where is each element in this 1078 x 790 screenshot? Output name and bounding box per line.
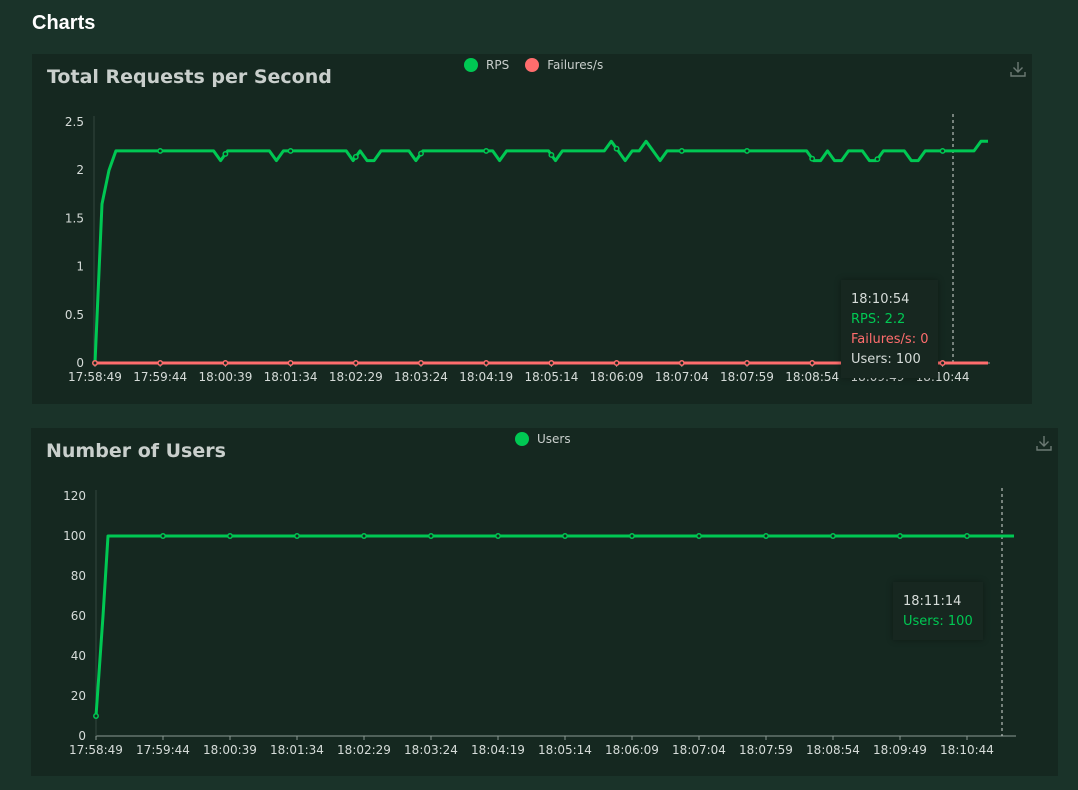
x-tick-label: 18:04:19 bbox=[471, 743, 525, 757]
x-tick-label: 18:00:39 bbox=[198, 370, 252, 384]
x-tick-label: 18:08:54 bbox=[785, 370, 839, 384]
x-tick-label: 18:05:14 bbox=[524, 370, 578, 384]
x-tick-label: 18:02:29 bbox=[337, 743, 391, 757]
data-point bbox=[939, 147, 946, 154]
data-point bbox=[678, 147, 685, 154]
y-tick-label: 40 bbox=[71, 649, 86, 663]
y-tick-label: 60 bbox=[71, 609, 86, 623]
data-point bbox=[428, 533, 434, 539]
data-point bbox=[157, 360, 164, 366]
data-point bbox=[352, 153, 359, 160]
y-tick-label: 120 bbox=[63, 489, 86, 503]
data-point bbox=[294, 533, 300, 539]
data-point bbox=[897, 533, 903, 539]
data-point bbox=[678, 360, 685, 366]
x-tick-label: 18:05:14 bbox=[538, 743, 592, 757]
x-tick-label: 18:07:59 bbox=[720, 370, 774, 384]
x-tick-label: 18:07:59 bbox=[739, 743, 793, 757]
data-point bbox=[548, 360, 555, 366]
data-point bbox=[809, 155, 816, 162]
data-point bbox=[222, 360, 229, 366]
x-tick-label: 18:07:04 bbox=[655, 370, 709, 384]
y-tick-label: 0 bbox=[76, 356, 84, 370]
y-tick-label: 100 bbox=[63, 529, 86, 543]
x-tick-label: 18:09:49 bbox=[873, 743, 927, 757]
x-tick-label: 17:58:49 bbox=[68, 370, 122, 384]
y-tick-label: 20 bbox=[71, 689, 86, 703]
x-tick-label: 18:06:09 bbox=[605, 743, 659, 757]
data-point bbox=[939, 360, 946, 366]
data-point bbox=[744, 360, 750, 366]
data-point bbox=[613, 360, 620, 366]
y-tick-label: 1.5 bbox=[65, 211, 84, 225]
data-point bbox=[548, 152, 555, 158]
x-tick-label: 17:59:44 bbox=[133, 370, 187, 384]
y-tick-label: 80 bbox=[71, 569, 86, 583]
series-line-users bbox=[94, 534, 1014, 717]
x-tick-label: 18:06:09 bbox=[590, 370, 644, 384]
x-tick-label: 18:01:34 bbox=[264, 370, 318, 384]
data-point bbox=[93, 713, 99, 719]
x-tick-label: 18:07:04 bbox=[672, 743, 726, 757]
x-tick-label: 18:00:39 bbox=[203, 743, 257, 757]
data-point bbox=[763, 533, 769, 539]
data-point bbox=[874, 156, 881, 163]
data-point bbox=[964, 533, 970, 539]
tooltip-users: Users: 100 bbox=[903, 614, 973, 629]
rps-chart-panel: Total Requests per Second RPS Failures/s… bbox=[32, 54, 1032, 404]
x-tick-label: 18:10:44 bbox=[940, 743, 994, 757]
chart-tooltip: 18:10:54 RPS: 2.2 Failures/s: 0 Users: 1… bbox=[841, 280, 939, 378]
data-point bbox=[483, 147, 490, 154]
tooltip-time: 18:11:14 bbox=[903, 594, 962, 609]
x-tick-label: 17:59:44 bbox=[136, 743, 190, 757]
data-point bbox=[287, 360, 294, 366]
data-point bbox=[809, 360, 816, 366]
data-point bbox=[352, 360, 359, 366]
tooltip-failures: Failures/s: 0 bbox=[851, 332, 929, 347]
page-title: Charts bbox=[32, 12, 96, 34]
tooltip-time: 18:10:54 bbox=[851, 292, 910, 307]
data-point bbox=[92, 360, 98, 366]
chart-tooltip: 18:11:14 Users: 100 bbox=[893, 582, 983, 640]
y-tick-label: 1 bbox=[76, 260, 84, 274]
data-point bbox=[361, 533, 367, 539]
data-point bbox=[495, 533, 501, 539]
y-tick-label: 2.5 bbox=[65, 115, 84, 129]
x-tick-label: 18:03:24 bbox=[394, 370, 448, 384]
data-point bbox=[483, 360, 490, 366]
x-tick-label: 17:58:49 bbox=[69, 743, 123, 757]
x-tick-label: 18:03:24 bbox=[404, 743, 458, 757]
y-tick-label: 2 bbox=[76, 163, 84, 177]
x-tick-label: 18:04:19 bbox=[459, 370, 513, 384]
data-point bbox=[418, 150, 424, 157]
tooltip-users: Users: 100 bbox=[851, 352, 921, 367]
data-point bbox=[160, 533, 166, 539]
data-point bbox=[562, 533, 568, 539]
data-point bbox=[287, 147, 294, 154]
x-tick-label: 18:08:54 bbox=[806, 743, 860, 757]
data-point bbox=[613, 145, 620, 152]
x-tick-label: 18:02:29 bbox=[329, 370, 383, 384]
y-tick-label: 0 bbox=[78, 729, 86, 743]
x-tick-label: 18:01:34 bbox=[270, 743, 324, 757]
data-point bbox=[227, 533, 233, 539]
users-chart-panel: Number of Users Users 0 20 40 60 80 100 120 17:… bbox=[31, 428, 1058, 776]
data-point bbox=[744, 147, 750, 154]
y-tick-label: 0.5 bbox=[65, 308, 84, 322]
data-point bbox=[222, 150, 229, 157]
tooltip-rps: RPS: 2.2 bbox=[851, 312, 906, 327]
data-point bbox=[696, 533, 702, 539]
data-point bbox=[629, 533, 635, 539]
data-point bbox=[418, 360, 424, 366]
data-point bbox=[157, 147, 164, 154]
data-point bbox=[830, 533, 836, 539]
